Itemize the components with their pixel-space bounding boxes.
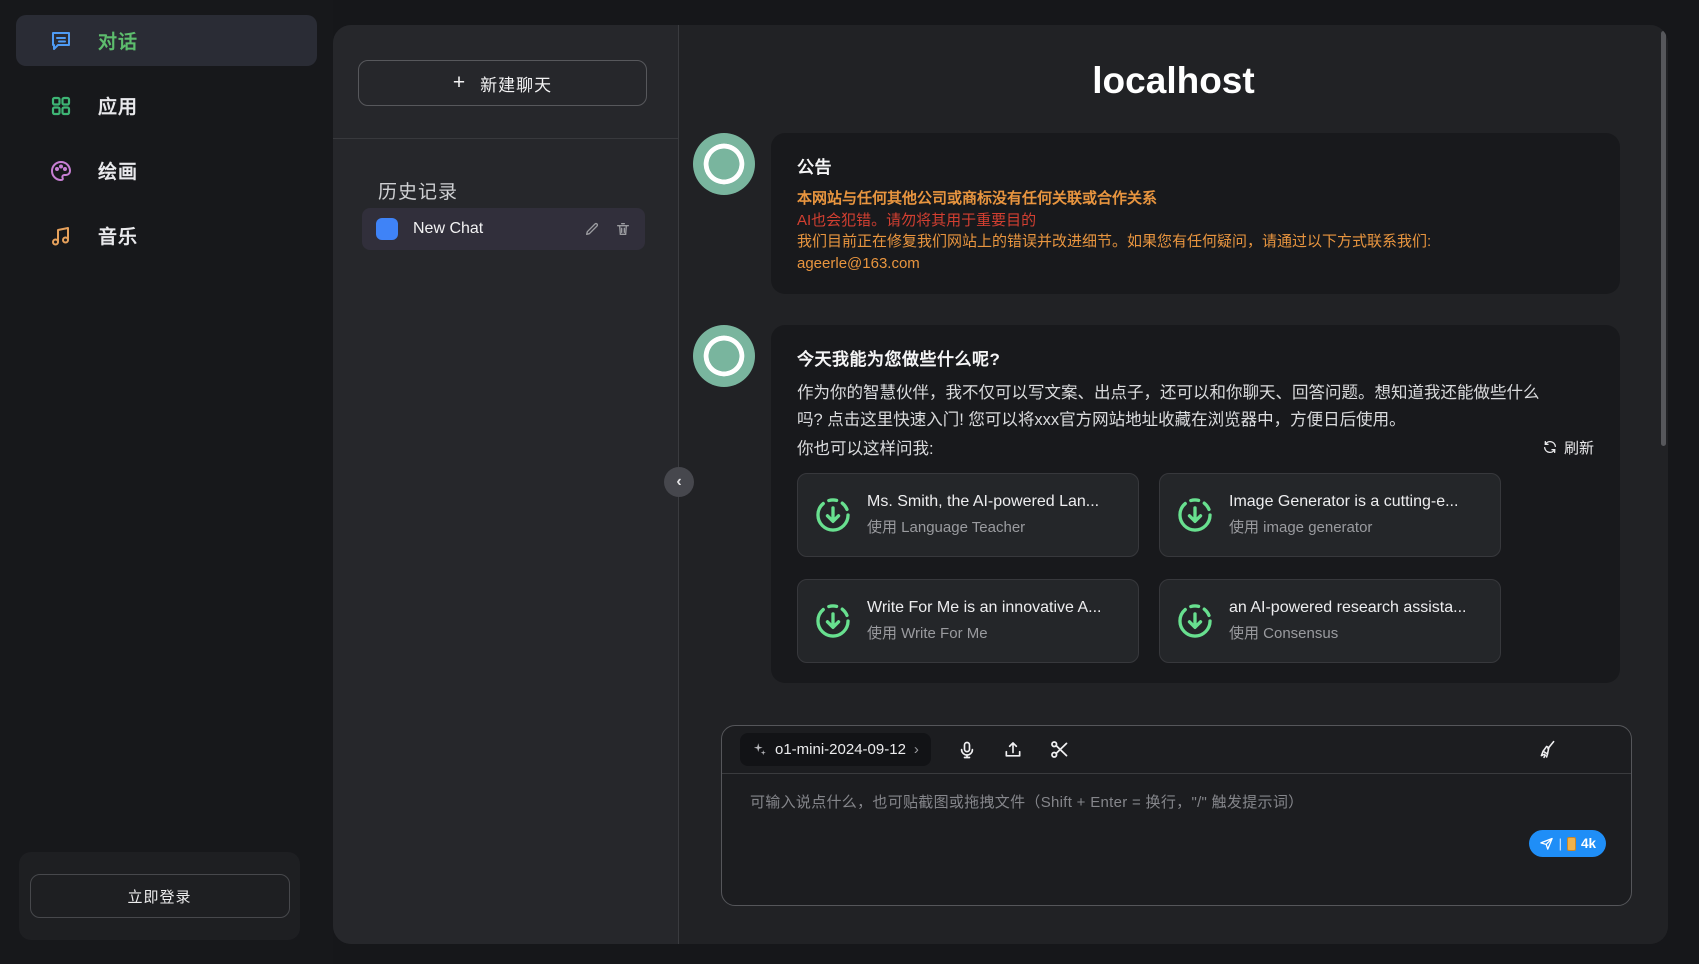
announcement-title: 公告 xyxy=(797,153,1594,178)
new-chat-label: 新建聊天 xyxy=(480,71,552,96)
chat-item-avatar xyxy=(376,218,398,240)
refresh-icon xyxy=(1542,439,1558,455)
history-title: 历史记录 xyxy=(378,177,458,204)
edit-icon[interactable] xyxy=(584,221,600,237)
announcement-line: 我们目前正在修复我们网站上的错误并改进细节。如果您有任何疑问，请通过以下方式联系… xyxy=(797,231,1594,253)
plus-icon: + xyxy=(453,71,466,95)
suggestion-subtitle: 使用 Consensus xyxy=(1229,622,1466,643)
message-announcement: 公告 本网站与任何其他公司或商标没有任何关联或合作关系 AI也会犯错。请勿将其用… xyxy=(679,133,1668,294)
chat-list-column: + 新建聊天 历史记录 New Chat xyxy=(333,25,679,944)
sidebar-item-draw[interactable]: 绘画 xyxy=(16,145,317,196)
conversation-column: localhost 公告 本网站与任何其他公司或商标没有任何关联或合作关系 AI… xyxy=(679,25,1668,944)
list-divider xyxy=(333,138,678,139)
suggestion-grid: Ms. Smith, the AI-powered Lan... 使用 Lang… xyxy=(797,473,1594,663)
assistant-avatar xyxy=(693,325,755,387)
separator: | xyxy=(1559,836,1562,851)
sidebar-item-label: 绘画 xyxy=(98,157,138,184)
sidebar-item-label: 对话 xyxy=(98,27,138,54)
message-welcome: 今天我能为您做些什么呢? 作为你的智慧伙伴，我不仅可以写文案、出点子，还可以和你… xyxy=(679,325,1668,683)
message-input[interactable]: 可输入说点什么，也可贴截图或拖拽文件（Shift + Enter = 换行，"/… xyxy=(722,774,1631,829)
new-chat-button[interactable]: + 新建聊天 xyxy=(358,60,647,106)
suggestion-title: Ms. Smith, the AI-powered Lan... xyxy=(867,493,1099,511)
openai-logo-icon xyxy=(702,142,746,186)
download-circle-icon xyxy=(814,602,852,640)
scissors-icon[interactable] xyxy=(1049,739,1070,760)
suggestion-card[interactable]: Image Generator is a cutting-e... 使用 ima… xyxy=(1159,473,1501,557)
suggestion-card[interactable]: Ms. Smith, the AI-powered Lan... 使用 Lang… xyxy=(797,473,1139,557)
openai-logo-icon xyxy=(702,334,746,378)
download-circle-icon xyxy=(1176,602,1214,640)
coin-icon xyxy=(1567,837,1576,851)
chat-item-title: New Chat xyxy=(413,220,569,238)
music-note-icon xyxy=(49,224,73,248)
refresh-button[interactable]: 刷新 xyxy=(1542,437,1594,458)
suggestion-subtitle: 使用 image generator xyxy=(1229,516,1458,537)
model-label: o1-mini-2024-09-12 xyxy=(775,741,906,758)
send-button[interactable]: | 4k xyxy=(1529,830,1606,857)
model-selector[interactable]: o1-mini-2024-09-12 › xyxy=(740,733,931,766)
announcement-line: AI也会犯错。请勿将其用于重要目的 xyxy=(797,210,1594,232)
sidebar-item-apps[interactable]: 应用 xyxy=(16,80,317,131)
paper-plane-icon xyxy=(1539,836,1554,851)
login-card: 立即登录 xyxy=(19,852,300,940)
main-panel: + 新建聊天 历史记录 New Chat ‹ xyxy=(333,25,1668,944)
sidebar-item-chat[interactable]: 对话 xyxy=(16,15,317,66)
sidebar-item-label: 应用 xyxy=(98,92,138,119)
ask-hint: 你也可以这样问我: xyxy=(797,435,934,459)
announcement-bubble: 公告 本网站与任何其他公司或商标没有任何关联或合作关系 AI也会犯错。请勿将其用… xyxy=(771,133,1620,294)
composer-toolbar: o1-mini-2024-09-12 › xyxy=(722,726,1631,774)
composer: o1-mini-2024-09-12 › xyxy=(721,725,1632,906)
upload-icon[interactable] xyxy=(1003,739,1023,761)
suggestion-title: Write For Me is an innovative A... xyxy=(867,599,1101,617)
sidebar-item-label: 音乐 xyxy=(98,222,138,249)
page-title: localhost xyxy=(679,60,1668,102)
collapse-sidebar-button[interactable]: ‹ xyxy=(664,467,694,497)
delete-icon[interactable] xyxy=(615,221,631,237)
sparkle-icon xyxy=(752,742,767,757)
chat-history-item[interactable]: New Chat xyxy=(362,208,645,250)
refresh-label: 刷新 xyxy=(1564,437,1594,458)
announcement-line: 本网站与任何其他公司或商标没有任何关联或合作关系 xyxy=(797,188,1594,210)
suggestion-subtitle: 使用 Language Teacher xyxy=(867,516,1099,537)
scrollbar[interactable] xyxy=(1661,31,1666,446)
sidebar-item-music[interactable]: 音乐 xyxy=(16,210,317,261)
clear-context-broom-icon[interactable] xyxy=(1537,739,1558,760)
token-count: 4k xyxy=(1581,836,1596,851)
sidebar: 对话 应用 绘画 音乐 立即登录 xyxy=(0,0,333,964)
welcome-body: 作为你的智慧伙伴，我不仅可以写文案、出点子，还可以和你聊天、回答问题。想知道我还… xyxy=(797,380,1557,434)
welcome-bubble: 今天我能为您做些什么呢? 作为你的智慧伙伴，我不仅可以写文案、出点子，还可以和你… xyxy=(771,325,1620,683)
suggestion-card[interactable]: Write For Me is an innovative A... 使用 Wr… xyxy=(797,579,1139,663)
chevron-right-icon: › xyxy=(914,741,919,758)
login-button[interactable]: 立即登录 xyxy=(30,874,290,918)
chevron-left-icon: ‹ xyxy=(676,473,681,491)
announcement-email[interactable]: ageerle@163.com xyxy=(797,253,1594,275)
suggestion-title: Image Generator is a cutting-e... xyxy=(1229,493,1458,511)
download-circle-icon xyxy=(814,496,852,534)
suggestion-title: an AI-powered research assista... xyxy=(1229,599,1466,617)
assistant-avatar xyxy=(693,133,755,195)
welcome-title: 今天我能为您做些什么呢? xyxy=(797,345,1594,370)
suggestion-card[interactable]: an AI-powered research assista... 使用 Con… xyxy=(1159,579,1501,663)
microphone-icon[interactable] xyxy=(957,739,977,761)
palette-icon xyxy=(49,159,73,183)
download-circle-icon xyxy=(1176,496,1214,534)
apps-grid-icon xyxy=(49,94,73,118)
chat-bubble-icon xyxy=(49,29,73,53)
suggestion-subtitle: 使用 Write For Me xyxy=(867,622,1101,643)
